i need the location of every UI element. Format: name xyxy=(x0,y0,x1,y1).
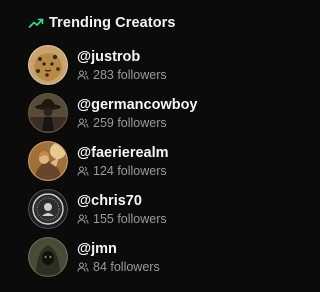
creator-item-chris70[interactable]: @chris70 155 followers xyxy=(28,185,282,233)
creator-handle[interactable]: @germancowboy xyxy=(77,96,198,114)
creator-followers: 283 followers xyxy=(77,67,167,83)
followers-count: 259 followers xyxy=(93,115,167,130)
creator-handle[interactable]: @justrob xyxy=(77,48,167,66)
creator-list: @justrob 283 followers @germancowboy 259… xyxy=(28,41,282,281)
creator-item-jmn[interactable]: @jmn 84 followers xyxy=(28,233,282,281)
followers-count: 124 followers xyxy=(93,163,167,178)
widget-title: Trending Creators xyxy=(49,15,176,31)
creator-followers: 124 followers xyxy=(77,163,169,179)
users-icon xyxy=(77,261,89,273)
trending-up-icon xyxy=(28,15,44,31)
creator-handle[interactable]: @chris70 xyxy=(77,192,167,210)
creator-meta: @justrob 283 followers xyxy=(77,48,167,83)
creator-meta: @chris70 155 followers xyxy=(77,192,167,227)
users-icon xyxy=(77,165,89,177)
users-icon xyxy=(77,213,89,225)
creator-item-justrob[interactable]: @justrob 283 followers xyxy=(28,41,282,89)
creator-meta: @germancowboy 259 followers xyxy=(77,96,198,131)
creator-item-germancowboy[interactable]: @germancowboy 259 followers xyxy=(28,89,282,137)
creator-item-faerierealm[interactable]: @faerierealm 124 followers xyxy=(28,137,282,185)
followers-count: 84 followers xyxy=(93,259,160,274)
followers-count: 283 followers xyxy=(93,67,167,82)
hooded-figure-avatar[interactable] xyxy=(28,237,68,277)
creator-followers: 155 followers xyxy=(77,211,167,227)
followers-count: 155 followers xyxy=(93,211,167,226)
creator-followers: 84 followers xyxy=(77,259,160,275)
emblem-avatar[interactable] xyxy=(28,189,68,229)
cowboy-avatar[interactable] xyxy=(28,93,68,133)
leopard-avatar[interactable] xyxy=(28,45,68,85)
creator-followers: 259 followers xyxy=(77,115,198,131)
widget-header: Trending Creators xyxy=(28,12,282,34)
creator-handle[interactable]: @jmn xyxy=(77,240,160,258)
creator-meta: @faerierealm 124 followers xyxy=(77,144,169,179)
creator-meta: @jmn 84 followers xyxy=(77,240,160,275)
users-icon xyxy=(77,117,89,129)
trending-creators-widget: Trending Creators @justrob 283 followers… xyxy=(0,0,282,292)
creator-handle[interactable]: @faerierealm xyxy=(77,144,169,162)
users-icon xyxy=(77,69,89,81)
fairy-avatar[interactable] xyxy=(28,141,68,181)
